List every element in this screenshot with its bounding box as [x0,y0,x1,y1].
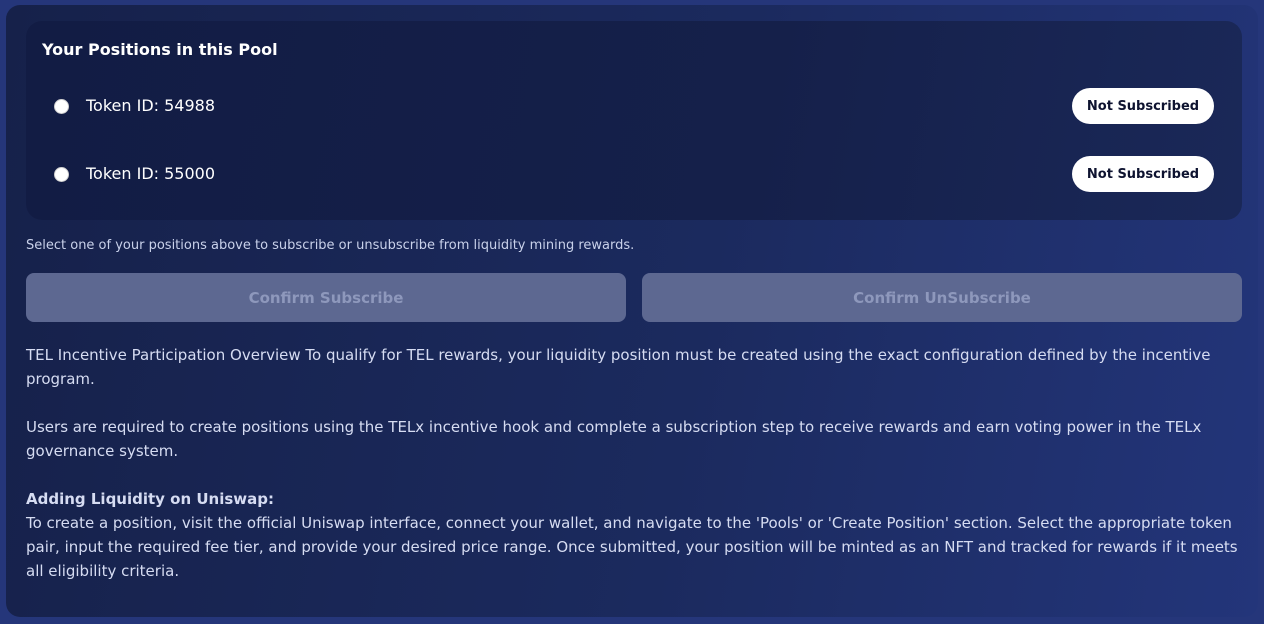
token-id-label: Token ID: 54988 [86,96,216,115]
overview-heading: Adding Liquidity on Uniswap: [26,490,275,508]
positions-card: Your Positions in this Pool Token ID: 54… [26,21,1242,220]
subscription-status-badge: Not Subscribed [1072,156,1214,192]
position-row[interactable]: Token ID: 54988 Not Subscribed [26,88,1242,124]
pool-panel: Your Positions in this Pool Token ID: 54… [6,5,1258,617]
confirm-unsubscribe-button[interactable]: Confirm UnSubscribe [642,273,1242,322]
overview-paragraph: TEL Incentive Participation Overview To … [26,346,1211,388]
position-radio[interactable] [54,99,69,114]
position-radio[interactable] [54,167,69,182]
overview-paragraph: Users are required to create positions u… [26,418,1202,460]
positions-title: Your Positions in this Pool [42,40,278,59]
overview-paragraph: To create a position, visit the official… [26,514,1238,580]
confirm-subscribe-button[interactable]: Confirm Subscribe [26,273,626,322]
subscription-status-badge: Not Subscribed [1072,88,1214,124]
selection-hint: Select one of your positions above to su… [26,238,635,253]
token-id-label: Token ID: 55000 [86,164,216,183]
incentive-overview: TEL Incentive Participation Overview To … [26,343,1238,583]
position-row[interactable]: Token ID: 55000 Not Subscribed [26,156,1242,192]
